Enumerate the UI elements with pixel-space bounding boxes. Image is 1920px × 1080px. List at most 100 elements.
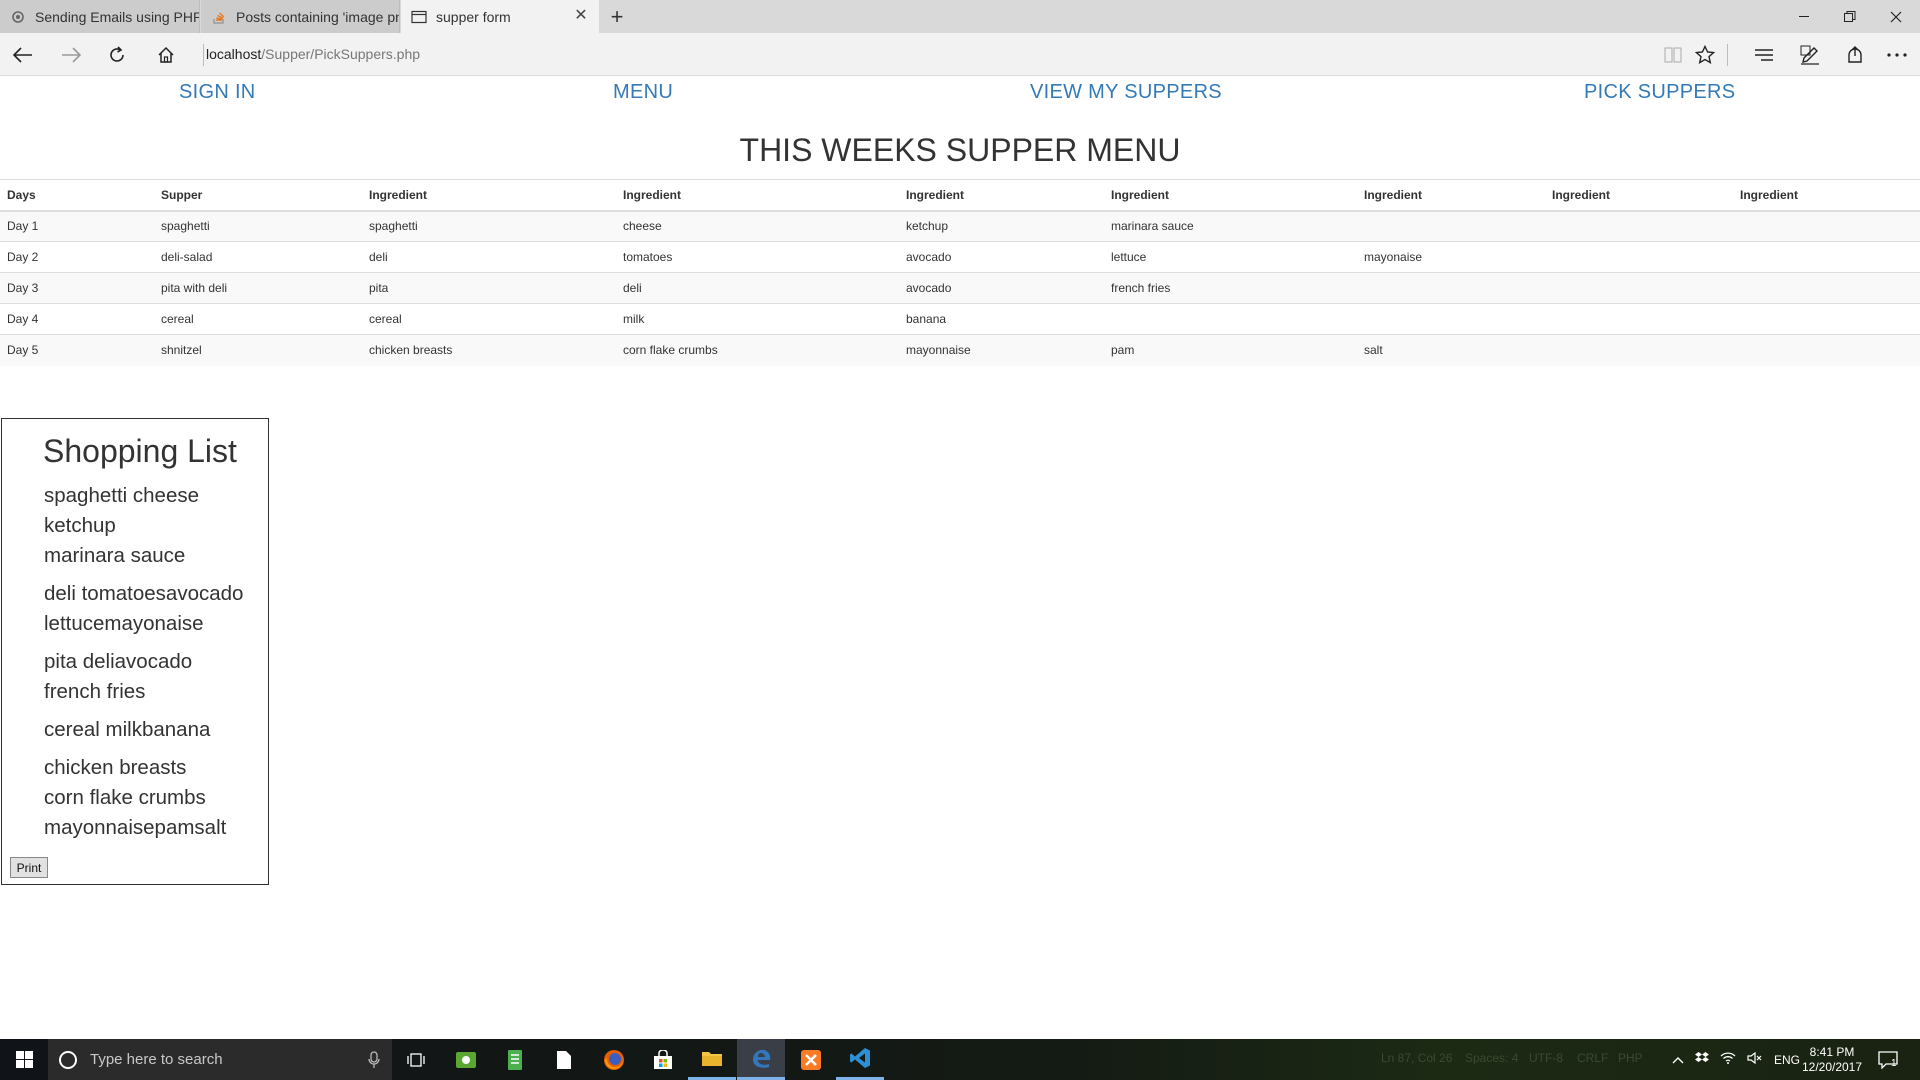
hub-icon <box>1755 48 1773 61</box>
close-tab-icon[interactable]: ✕ <box>573 8 589 24</box>
xampp-icon <box>801 1049 821 1070</box>
gear-icon <box>10 9 26 25</box>
faint-status: Spaces: 4 <box>1465 1051 1519 1065</box>
nav-sign-in[interactable]: SIGN IN <box>179 81 256 104</box>
pen-icon <box>1800 45 1819 65</box>
nav-menu[interactable]: MENU <box>613 81 673 104</box>
tab-sending-emails[interactable]: Sending Emails using PHP <box>0 0 200 33</box>
clock[interactable]: 8:41 PM 12/20/2017 <box>1797 1045 1867 1075</box>
shopping-group: deli tomatoesavocado lettucemayonaise <box>44 579 262 639</box>
divider <box>203 44 204 66</box>
nav-view-my-suppers[interactable]: VIEW MY SUPPERS <box>1030 81 1222 104</box>
chevron-up-icon[interactable] <box>1672 1053 1684 1067</box>
table-cell: cheese <box>616 210 899 242</box>
table-cell: pam <box>1104 334 1357 366</box>
hub-button[interactable] <box>1741 33 1787 76</box>
close-window-button[interactable] <box>1873 0 1919 33</box>
table-cell: ketchup <box>899 210 1104 242</box>
taskbar-app-notebook[interactable] <box>491 1039 539 1080</box>
shopping-group: spaghetti cheese ketchup marinara sauce <box>44 481 262 571</box>
tab-posts-containing[interactable]: Posts containing 'image pn <box>201 0 400 33</box>
tab-title: supper form <box>436 8 511 25</box>
tab-bar: Sending Emails using PHP Posts containin… <box>0 0 1920 33</box>
windows-logo-icon <box>15 1051 33 1068</box>
taskbar-app-store[interactable] <box>639 1039 687 1080</box>
book-icon <box>1664 47 1682 62</box>
table-cell <box>1357 272 1545 304</box>
column-header: Ingredient <box>616 179 899 212</box>
page-title: THIS WEEKS SUPPER MENU <box>739 132 1181 168</box>
column-header: Ingredient <box>362 179 616 212</box>
clock-time: 8:41 PM <box>1809 1045 1855 1059</box>
refresh-button[interactable] <box>94 33 140 76</box>
table-cell: chicken breasts <box>362 334 616 366</box>
print-button[interactable]: Print <box>10 857 48 878</box>
table-cell: Day 3 <box>0 272 154 304</box>
home-button[interactable] <box>143 33 189 76</box>
nav-pick-suppers[interactable]: PICK SUPPERS <box>1584 81 1735 104</box>
tab-title: Sending Emails using PHP <box>35 8 199 25</box>
taskbar-search[interactable]: Type here to search <box>48 1039 392 1080</box>
table-cell <box>1357 210 1545 242</box>
task-view-button[interactable] <box>392 1039 440 1080</box>
back-button[interactable] <box>0 33 46 76</box>
supper-menu-table: Days Supper Ingredient Ingredient Ingred… <box>0 179 1920 366</box>
taskbar-app-edge[interactable] <box>737 1039 785 1080</box>
shopping-group: pita deliavocado french fries <box>44 647 262 707</box>
new-tab-button[interactable]: + <box>604 4 630 30</box>
table-cell <box>1733 241 1920 273</box>
web-note-button[interactable] <box>1787 33 1833 76</box>
table-cell: deli <box>616 272 899 304</box>
table-cell: Day 2 <box>0 241 154 273</box>
refresh-icon <box>110 45 124 62</box>
taskbar-app-file-explorer[interactable] <box>688 1039 736 1080</box>
forward-button[interactable] <box>48 33 94 76</box>
volume-muted-icon[interactable] <box>1747 1051 1763 1067</box>
minimize-button[interactable] <box>1781 0 1827 33</box>
shopping-line: ketchup <box>44 514 116 537</box>
table-cell <box>1733 210 1920 242</box>
taskbar-app-file[interactable] <box>540 1039 588 1080</box>
restore-button[interactable] <box>1827 0 1873 33</box>
table-cell: spaghetti <box>362 210 616 242</box>
microphone-icon <box>368 1050 380 1068</box>
table-header-row: Days Supper Ingredient Ingredient Ingred… <box>0 179 1920 212</box>
cortana-icon <box>59 1050 77 1069</box>
table-cell <box>1733 334 1920 366</box>
table-cell: deli-salad <box>154 241 362 273</box>
store-icon <box>654 1049 672 1069</box>
table-row: Day 5 shnitzel chicken breasts corn flak… <box>0 334 1920 366</box>
page-icon <box>411 9 427 25</box>
tab-title: Posts containing 'image pn <box>236 8 399 25</box>
dropbox-icon[interactable] <box>1695 1052 1709 1067</box>
table-row: Day 4 cereal cereal milk banana <box>0 303 1920 335</box>
start-button[interactable] <box>0 1039 48 1080</box>
favorite-button[interactable] <box>1682 33 1728 76</box>
column-header: Days <box>0 179 154 212</box>
table-cell: mayonnaise <box>899 334 1104 366</box>
taskbar-app-greenshot[interactable] <box>442 1039 490 1080</box>
shopping-line: french fries <box>44 680 146 703</box>
more-button[interactable] <box>1874 33 1920 76</box>
folder-icon <box>702 1052 722 1066</box>
home-icon <box>158 46 174 63</box>
table-cell: Day 1 <box>0 210 154 242</box>
wifi-icon[interactable] <box>1720 1052 1736 1067</box>
taskbar-app-xampp[interactable] <box>787 1039 835 1080</box>
url-field[interactable]: localhost/Supper/PickSuppers.php <box>206 33 420 76</box>
tab-supper-form[interactable]: supper form ✕ <box>401 0 599 33</box>
share-button[interactable] <box>1832 33 1878 76</box>
table-cell <box>1733 272 1920 304</box>
system-tray: ENG <box>1672 1039 1800 1080</box>
table-cell: corn flake crumbs <box>616 334 899 366</box>
table-cell <box>1545 241 1733 273</box>
taskbar-app-vscode[interactable] <box>836 1039 884 1080</box>
star-icon <box>1695 44 1715 64</box>
share-icon <box>1848 45 1862 63</box>
taskbar-app-firefox[interactable] <box>590 1039 638 1080</box>
faint-status: Ln 87, Col 26 <box>1381 1051 1453 1065</box>
action-center-button[interactable]: 1 <box>1878 1039 1898 1080</box>
table-cell: Day 4 <box>0 303 154 335</box>
column-header: Ingredient <box>1545 179 1733 212</box>
green-app-icon <box>456 1051 476 1068</box>
